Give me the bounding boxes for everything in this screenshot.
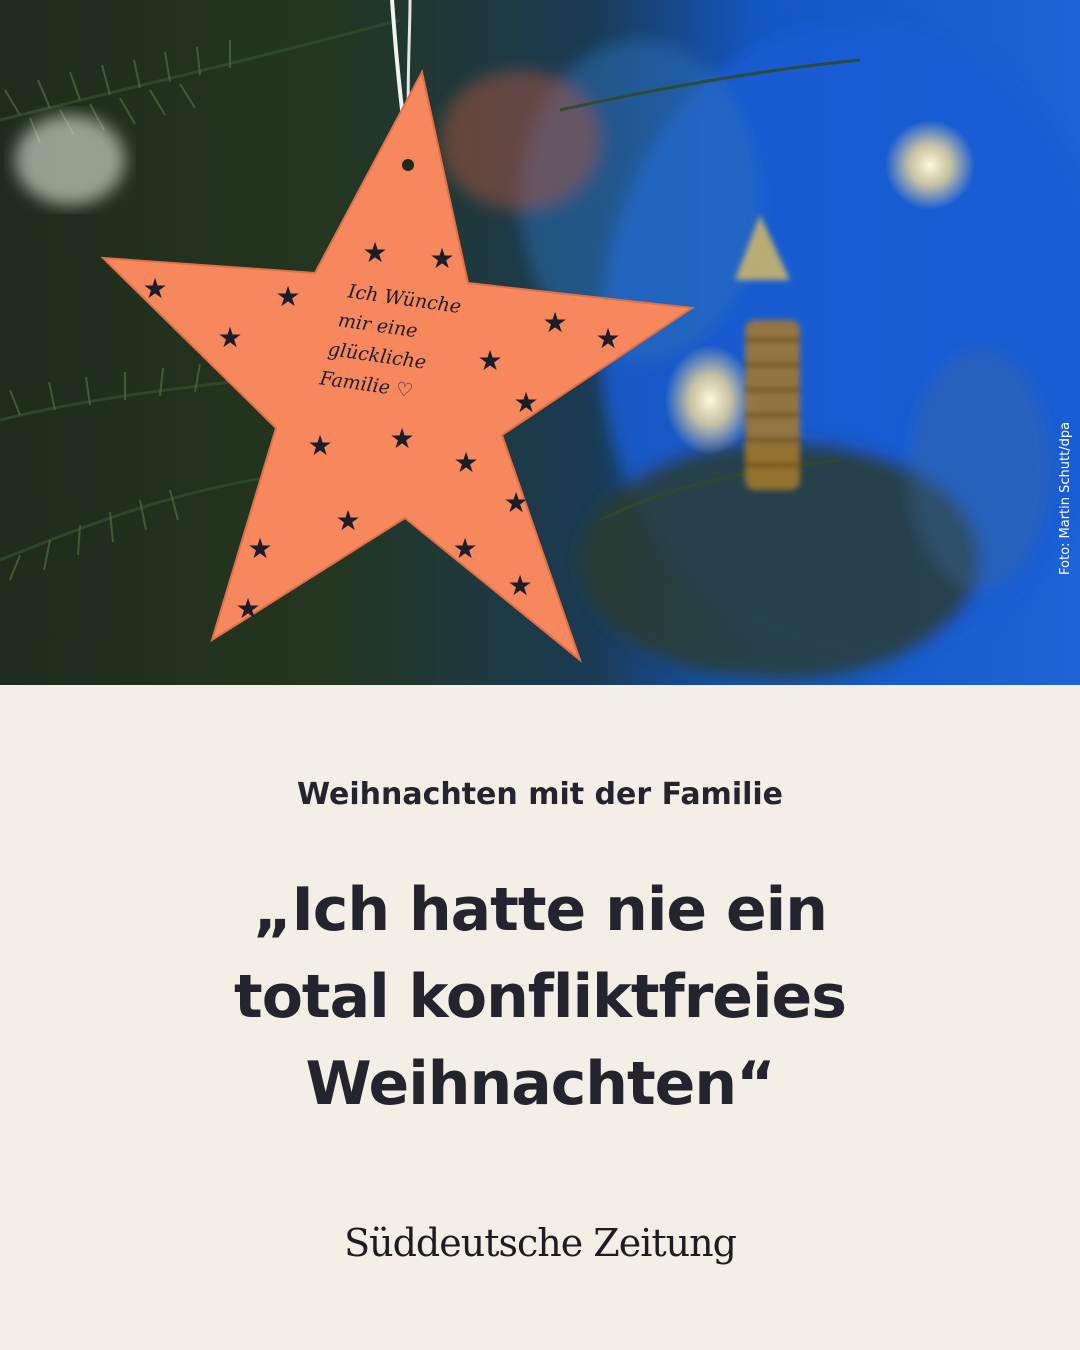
light-bokeh [665, 345, 755, 455]
svg-text:★: ★ [235, 592, 260, 625]
text-panel: Weihnachten mit der Familie „Ich hatte n… [0, 685, 1080, 1350]
svg-text:★: ★ [275, 280, 300, 313]
svg-text:★: ★ [247, 532, 272, 565]
headline-quote: „Ich hatte nie ein total konfliktfreies … [90, 867, 990, 1128]
svg-text:★: ★ [217, 321, 242, 354]
svg-text:★: ★ [507, 569, 532, 602]
svg-text:★: ★ [389, 422, 414, 455]
svg-text:★: ★ [142, 272, 167, 305]
photo-illustration: ★ ★★ ★★ ★ ★★★ ★ ★★ ★★★ ★★★ Ich Wünche mir e… [0, 0, 1080, 680]
svg-text:★: ★ [452, 532, 477, 565]
christmas-tree-photo: ★ ★ ★ ★ ★ ★ ★ ★ ★ ★ ★ ★ ★ ★ ★ ★ ★ ★ Ich Wünche mir e… [0, 0, 1080, 685]
photo-credit: Foto: Martin Schutt/dpa [1058, 421, 1073, 575]
svg-text:★: ★ [503, 486, 528, 519]
svg-text:★: ★ [307, 429, 332, 462]
headline-line: „Ich hatte nie ein [253, 875, 828, 945]
svg-text:★: ★ [335, 504, 360, 537]
svg-text:★: ★ [542, 306, 567, 339]
svg-text:★: ★ [453, 446, 478, 479]
svg-text:★: ★ [362, 236, 387, 269]
brand-logo: Süddeutsche Zeitung [344, 1221, 737, 1265]
headline-line: total konfliktfreies [234, 962, 847, 1032]
post-card: ★ ★ ★ ★ ★ ★ ★ ★ ★ ★ ★ ★ ★ ★ ★ ★ ★ ★ Ich Wünche mir e… [0, 0, 1080, 1350]
svg-text:★: ★ [477, 344, 502, 377]
svg-text:★: ★ [429, 242, 454, 275]
light-bokeh [885, 120, 975, 210]
headline-line: Weihnachten“ [305, 1049, 775, 1119]
svg-text:★: ★ [513, 386, 538, 419]
svg-text:★: ★ [595, 322, 620, 355]
light-bokeh [15, 115, 125, 205]
kicker: Weihnachten mit der Familie [296, 777, 784, 812]
